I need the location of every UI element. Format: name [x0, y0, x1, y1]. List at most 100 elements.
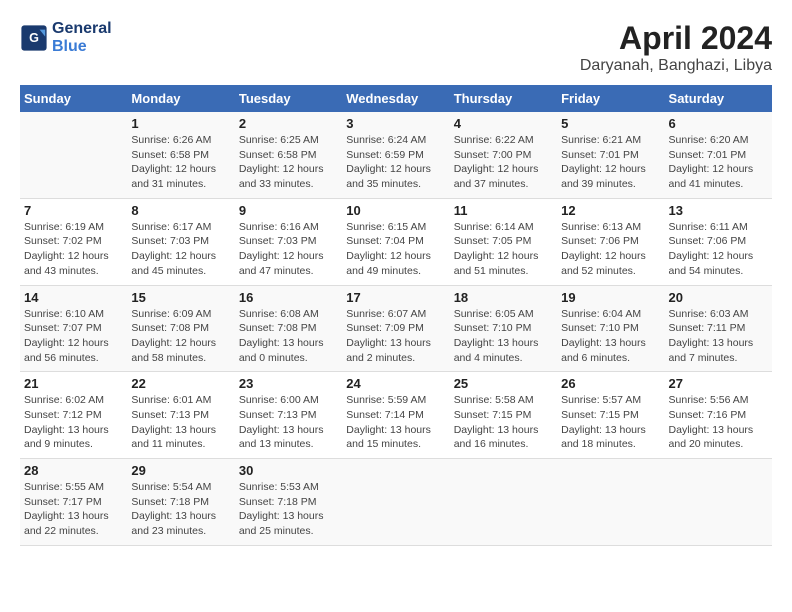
day-info: Sunrise: 6:22 AMSunset: 7:00 PMDaylight:… [454, 133, 553, 192]
calendar-cell: 2Sunrise: 6:25 AMSunset: 6:58 PMDaylight… [235, 112, 342, 198]
day-number: 1 [131, 116, 230, 131]
calendar-header-row: SundayMondayTuesdayWednesdayThursdayFrid… [20, 85, 772, 112]
day-number: 8 [131, 203, 230, 218]
day-info: Sunrise: 5:53 AMSunset: 7:18 PMDaylight:… [239, 480, 338, 539]
calendar-cell: 18 Sunrise: 6:05 AMSunset: 7:10 PMDayligh… [450, 285, 557, 372]
day-info: Sunrise: 5:56 AMSunset: 7:16 PMDaylight:… [669, 393, 768, 452]
calendar-cell: 11 Sunrise: 6:14 AMSunset: 7:05 PMDayligh… [450, 198, 557, 285]
calendar-cell [342, 459, 449, 546]
calendar-week-row: 14 Sunrise: 6:10 AMSunset: 7:07 PMDayligh… [20, 285, 772, 372]
day-number: 23 [239, 376, 338, 391]
title-area: April 2024 Daryanah, Banghazi, Libya [580, 20, 772, 75]
header-tuesday: Tuesday [235, 85, 342, 112]
day-number: 4 [454, 116, 553, 131]
day-info: Sunrise: 6:02 AMSunset: 7:12 PMDaylight:… [24, 393, 123, 452]
page-subtitle: Daryanah, Banghazi, Libya [580, 57, 772, 75]
calendar-cell: 3 Sunrise: 6:24 AMSunset: 6:59 PMDaylight… [342, 112, 449, 198]
header-monday: Monday [127, 85, 234, 112]
calendar-table: SundayMondayTuesdayWednesdayThursdayFrid… [20, 85, 772, 546]
calendar-cell: 4 Sunrise: 6:22 AMSunset: 7:00 PMDaylight… [450, 112, 557, 198]
day-number: 9 [239, 203, 338, 218]
day-number: 17 [346, 290, 445, 305]
day-number: 15 [131, 290, 230, 305]
calendar-cell: 22 Sunrise: 6:01 AMSunset: 7:13 PMDayligh… [127, 372, 234, 459]
day-number: 21 [24, 376, 123, 391]
day-info: Sunrise: 6:10 AMSunset: 7:07 PMDaylight:… [24, 307, 123, 366]
day-info: Sunrise: 6:14 AMSunset: 7:05 PMDaylight:… [454, 220, 553, 279]
day-info: Sunrise: 6:01 AMSunset: 7:13 PMDaylight:… [131, 393, 230, 452]
logo-text: General Blue [52, 20, 112, 56]
calendar-cell: 30 Sunrise: 5:53 AMSunset: 7:18 PMDayligh… [235, 459, 342, 546]
day-number: 2 [239, 116, 338, 131]
day-number: 10 [346, 203, 445, 218]
day-info: Sunrise: 6:26 AMSunset: 6:58 PMDaylight:… [131, 133, 230, 192]
calendar-cell: 13Sunrise: 6:11 AMSunset: 7:06 PMDayligh… [665, 198, 772, 285]
day-info: Sunrise: 6:17 AMSunset: 7:03 PMDaylight:… [131, 220, 230, 279]
day-number: 25 [454, 376, 553, 391]
calendar-week-row: 28 Sunrise: 5:55 AMSunset: 7:17 PMDayligh… [20, 459, 772, 546]
day-number: 18 [454, 290, 553, 305]
calendar-cell [665, 459, 772, 546]
calendar-week-row: 21 Sunrise: 6:02 AMSunset: 7:12 PMDayligh… [20, 372, 772, 459]
day-number: 11 [454, 203, 553, 218]
day-info: Sunrise: 6:19 AMSunset: 7:02 PMDaylight:… [24, 220, 123, 279]
day-number: 30 [239, 463, 338, 478]
calendar-week-row: 7 Sunrise: 6:19 AMSunset: 7:02 PMDaylight… [20, 198, 772, 285]
header-friday: Friday [557, 85, 664, 112]
calendar-cell: 23 Sunrise: 6:00 AMSunset: 7:13 PMDayligh… [235, 372, 342, 459]
day-number: 12 [561, 203, 660, 218]
calendar-cell: 6Sunrise: 6:20 AMSunset: 7:01 PMDaylight… [665, 112, 772, 198]
day-number: 5 [561, 116, 660, 131]
calendar-cell [450, 459, 557, 546]
day-info: Sunrise: 6:15 AMSunset: 7:04 PMDaylight:… [346, 220, 445, 279]
day-number: 29 [131, 463, 230, 478]
day-info: Sunrise: 5:54 AMSunset: 7:18 PMDaylight:… [131, 480, 230, 539]
day-number: 7 [24, 203, 123, 218]
calendar-cell: 5 Sunrise: 6:21 AMSunset: 7:01 PMDaylight… [557, 112, 664, 198]
day-number: 20 [669, 290, 768, 305]
day-number: 19 [561, 290, 660, 305]
day-info: Sunrise: 6:08 AMSunset: 7:08 PMDaylight:… [239, 307, 338, 366]
calendar-cell: 26Sunrise: 5:57 AMSunset: 7:15 PMDayligh… [557, 372, 664, 459]
day-info: Sunrise: 6:21 AMSunset: 7:01 PMDaylight:… [561, 133, 660, 192]
calendar-cell: 7 Sunrise: 6:19 AMSunset: 7:02 PMDaylight… [20, 198, 127, 285]
calendar-cell: 24 Sunrise: 5:59 AMSunset: 7:14 PMDayligh… [342, 372, 449, 459]
day-info: Sunrise: 6:13 AMSunset: 7:06 PMDaylight:… [561, 220, 660, 279]
calendar-cell: 16Sunrise: 6:08 AMSunset: 7:08 PMDayligh… [235, 285, 342, 372]
day-number: 14 [24, 290, 123, 305]
day-number: 3 [346, 116, 445, 131]
day-info: Sunrise: 6:05 AMSunset: 7:10 PMDaylight:… [454, 307, 553, 366]
calendar-cell: 9 Sunrise: 6:16 AMSunset: 7:03 PMDaylight… [235, 198, 342, 285]
logo-icon: G [20, 24, 48, 52]
day-info: Sunrise: 6:00 AMSunset: 7:13 PMDaylight:… [239, 393, 338, 452]
day-info: Sunrise: 6:20 AMSunset: 7:01 PMDaylight:… [669, 133, 768, 192]
calendar-cell: 28 Sunrise: 5:55 AMSunset: 7:17 PMDayligh… [20, 459, 127, 546]
header-saturday: Saturday [665, 85, 772, 112]
day-number: 13 [669, 203, 768, 218]
calendar-cell: 17 Sunrise: 6:07 AMSunset: 7:09 PMDayligh… [342, 285, 449, 372]
day-info: Sunrise: 6:03 AMSunset: 7:11 PMDaylight:… [669, 307, 768, 366]
header-wednesday: Wednesday [342, 85, 449, 112]
day-number: 28 [24, 463, 123, 478]
day-number: 24 [346, 376, 445, 391]
day-number: 27 [669, 376, 768, 391]
header-sunday: Sunday [20, 85, 127, 112]
calendar-cell: 12 Sunrise: 6:13 AMSunset: 7:06 PMDayligh… [557, 198, 664, 285]
day-number: 22 [131, 376, 230, 391]
calendar-week-row: 1 Sunrise: 6:26 AMSunset: 6:58 PMDaylight… [20, 112, 772, 198]
calendar-cell: 20 Sunrise: 6:03 AMSunset: 7:11 PMDayligh… [665, 285, 772, 372]
calendar-cell: 21 Sunrise: 6:02 AMSunset: 7:12 PMDayligh… [20, 372, 127, 459]
header-thursday: Thursday [450, 85, 557, 112]
svg-text:G: G [29, 31, 39, 45]
day-info: Sunrise: 6:07 AMSunset: 7:09 PMDaylight:… [346, 307, 445, 366]
calendar-cell [20, 112, 127, 198]
calendar-cell: 14 Sunrise: 6:10 AMSunset: 7:07 PMDayligh… [20, 285, 127, 372]
day-info: Sunrise: 5:57 AMSunset: 7:15 PMDaylight:… [561, 393, 660, 452]
day-info: Sunrise: 5:55 AMSunset: 7:17 PMDaylight:… [24, 480, 123, 539]
day-info: Sunrise: 6:16 AMSunset: 7:03 PMDaylight:… [239, 220, 338, 279]
day-info: Sunrise: 6:09 AMSunset: 7:08 PMDaylight:… [131, 307, 230, 366]
day-info: Sunrise: 5:59 AMSunset: 7:14 PMDaylight:… [346, 393, 445, 452]
calendar-cell: 8 Sunrise: 6:17 AMSunset: 7:03 PMDaylight… [127, 198, 234, 285]
day-info: Sunrise: 6:24 AMSunset: 6:59 PMDaylight:… [346, 133, 445, 192]
calendar-cell: 27 Sunrise: 5:56 AMSunset: 7:16 PMDayligh… [665, 372, 772, 459]
